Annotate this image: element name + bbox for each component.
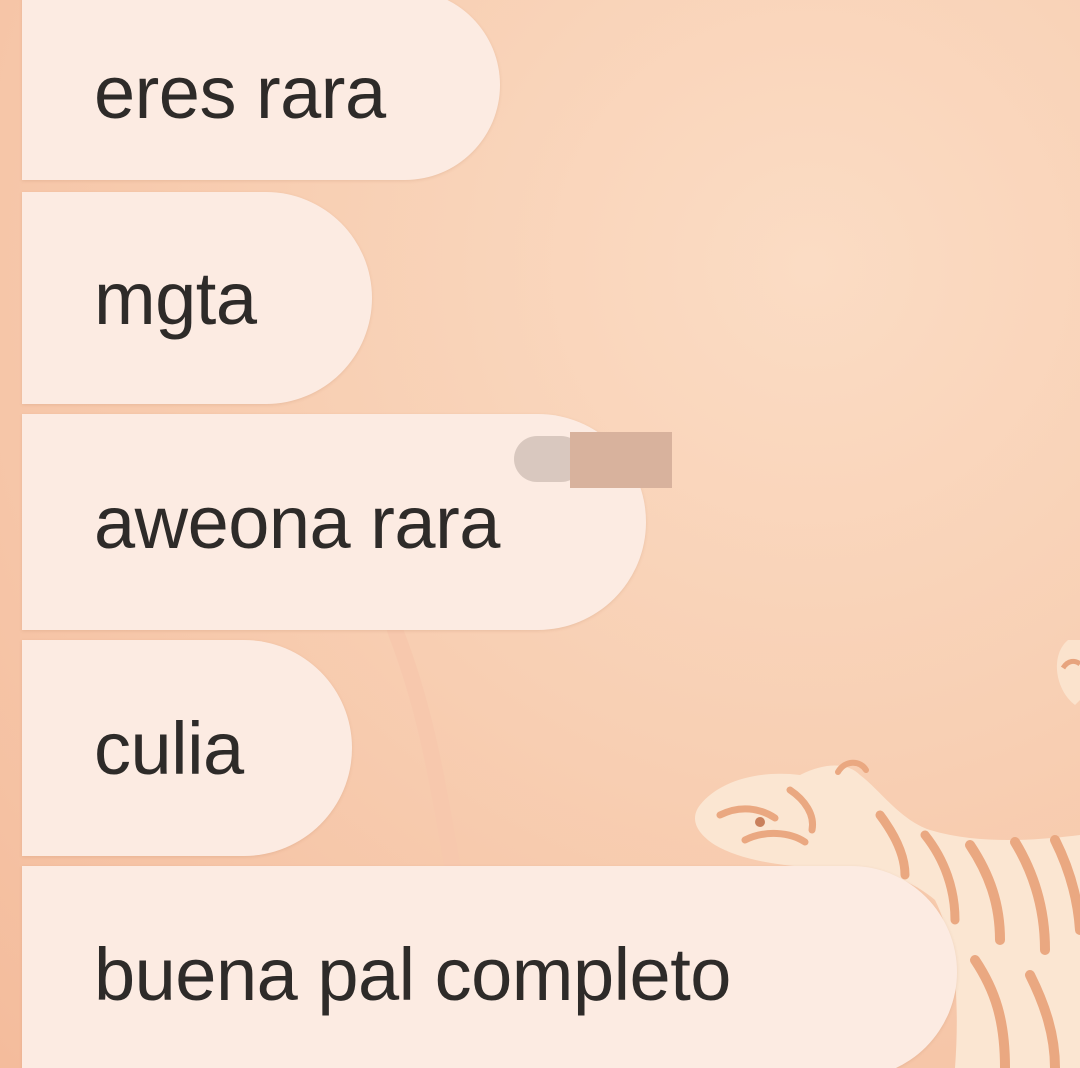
message-text: aweona rara (94, 480, 500, 564)
chat-screen: eres rara mgta aweona rara culia buena p… (0, 0, 1080, 1068)
message-bubble[interactable]: mgta (22, 192, 372, 404)
wallpaper-stem (387, 622, 463, 888)
message-text: mgta (94, 256, 257, 340)
message-bubble[interactable]: eres rara (22, 0, 500, 180)
message-text: buena pal completo (94, 932, 731, 1016)
message-bubble[interactable]: culia (22, 640, 352, 856)
message-text: eres rara (94, 50, 386, 134)
redaction-blur (514, 432, 672, 488)
message-text: culia (94, 706, 244, 790)
redaction-blur-right (570, 432, 672, 488)
wallpaper-crest (1056, 640, 1080, 705)
message-bubble[interactable]: buena pal completo (22, 866, 957, 1068)
